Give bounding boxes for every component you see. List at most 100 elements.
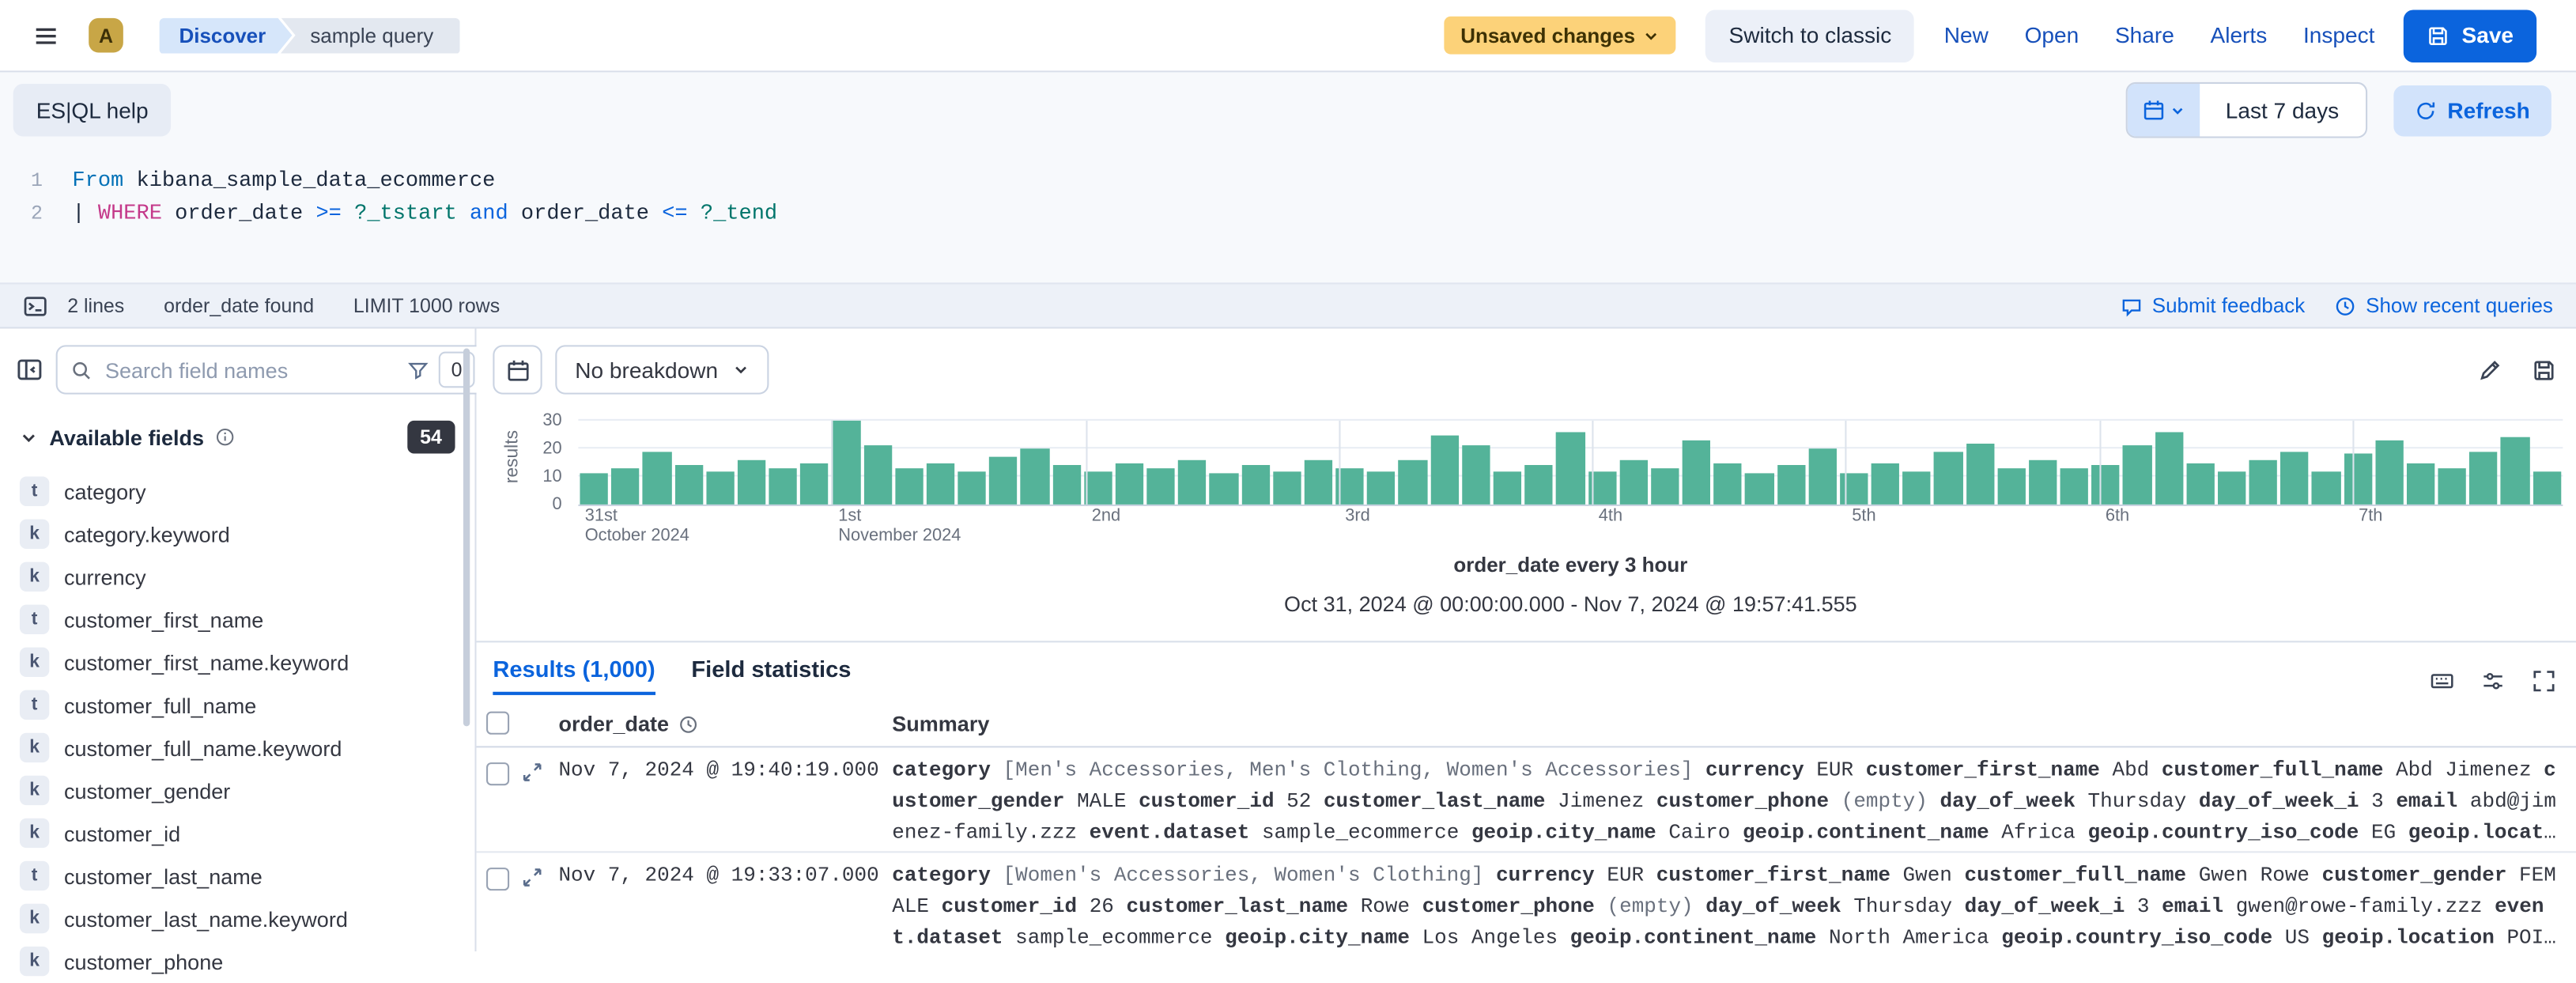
histogram-bar[interactable] [1241,465,1270,504]
histogram-bar[interactable] [1305,459,1333,504]
sidebar-scrollbar[interactable] [463,348,470,726]
field-list-item[interactable]: tcustomer_full_name [0,683,474,726]
column-header-summary[interactable]: Summary [892,712,989,736]
show-recent-queries-link[interactable]: Show recent queries [2335,294,2553,317]
histogram-bar[interactable] [1714,463,1743,505]
histogram-bar[interactable] [1872,463,1900,505]
save-visualization-button[interactable] [2521,348,2566,392]
field-list-item[interactable]: tcustomer_last_name [0,854,474,897]
esql-editor[interactable]: 1From kibana_sample_data_ecommerce2| WHE… [0,148,2576,282]
space-avatar[interactable]: A [89,18,123,53]
edit-visualization-button[interactable] [2468,348,2512,392]
histogram-bar[interactable] [706,471,735,505]
histogram-bar[interactable] [2281,452,2310,505]
histogram-bar[interactable] [1367,471,1396,505]
histogram-bar[interactable] [1052,465,1081,504]
histogram-bar[interactable] [1934,452,1962,505]
histogram-bar[interactable] [674,465,703,504]
field-list-item[interactable]: kcurrency [0,555,474,598]
histogram-bar[interactable] [1903,471,1932,505]
histogram-bar[interactable] [2407,463,2435,505]
field-list-item[interactable]: tcategory [0,470,474,512]
histogram-bar[interactable] [1178,459,1207,504]
nav-link-alerts[interactable]: Alerts [2211,23,2268,47]
tab-results[interactable]: Results (1,000) [493,656,655,695]
column-header-order-date[interactable]: order_date [558,712,698,736]
histogram-bar[interactable] [1840,474,1868,505]
field-list-item[interactable]: kcategory.keyword [0,512,474,555]
histogram-bar[interactable] [2501,437,2529,505]
switch-to-classic-button[interactable]: Switch to classic [1705,9,1914,61]
nav-link-open[interactable]: Open [2025,23,2079,47]
histogram-bar[interactable] [2155,432,2183,505]
tab-field-statistics[interactable]: Field statistics [691,656,851,695]
row-checkbox[interactable] [486,762,509,785]
code-line[interactable]: 1From kibana_sample_data_ecommerce [0,164,2576,198]
histogram-bar[interactable] [1651,468,1679,505]
histogram-bar[interactable] [1997,468,2026,505]
histogram-bar[interactable] [580,474,608,505]
field-list-item[interactable]: kcustomer_gender [0,769,474,811]
search-input[interactable] [102,356,398,384]
histogram-bar[interactable] [1525,465,1554,504]
histogram-bar[interactable] [1745,474,1773,505]
histogram-bar[interactable] [2470,452,2499,505]
histogram-plot[interactable] [578,421,2563,506]
histogram-bar[interactable] [1021,448,1049,505]
histogram-bar[interactable] [895,468,924,505]
histogram-bar[interactable] [2186,463,2215,505]
histogram-bar[interactable] [863,446,892,505]
histogram-bar[interactable] [1084,471,1112,505]
histogram-bar[interactable] [2218,471,2246,505]
select-all-checkbox[interactable] [486,712,509,735]
histogram-bar[interactable] [989,457,1018,505]
display-options-button[interactable] [2471,659,2515,703]
expand-row-button[interactable] [521,866,544,889]
histogram-bar[interactable] [1808,448,1837,505]
save-button[interactable]: Save [2404,9,2536,61]
histogram-bar[interactable] [2344,454,2372,505]
expand-row-button[interactable] [521,761,544,784]
histogram-bar[interactable] [1430,435,1459,505]
refresh-button[interactable]: Refresh [2393,85,2551,135]
chart-options-button[interactable] [493,345,542,394]
histogram-bar[interactable] [1556,432,1585,505]
histogram-bar[interactable] [832,421,860,505]
histogram-bar[interactable] [1966,443,1994,505]
histogram-bar[interactable] [643,452,671,505]
histogram-bar[interactable] [611,468,640,505]
available-fields-header[interactable]: Available fields 54 [0,407,474,463]
field-list-item[interactable]: tcustomer_first_name [0,598,474,641]
row-checkbox[interactable] [486,868,509,890]
histogram-bar[interactable] [2533,471,2561,505]
fullscreen-button[interactable] [2521,659,2566,703]
breadcrumb-sample-query[interactable]: sample query [281,17,460,54]
histogram-bar[interactable] [927,463,955,505]
unsaved-changes-badge[interactable]: Unsaved changes [1444,17,1676,55]
histogram-bar[interactable] [800,463,829,505]
esql-help-button[interactable]: ES|QL help [13,84,172,136]
histogram-bar[interactable] [958,471,986,505]
code-line[interactable]: 2| WHERE order_date >= ?_tstart and orde… [0,197,2576,230]
histogram-bar[interactable] [2029,459,2057,504]
histogram-bar[interactable] [1777,465,1805,504]
histogram-bar[interactable] [1116,463,1144,505]
quick-select-date-button[interactable] [2127,84,2199,136]
nav-link-new[interactable]: New [1944,23,1989,47]
histogram-bar[interactable] [1210,474,1238,505]
histogram-bar[interactable] [1462,446,1490,505]
submit-feedback-link[interactable]: Submit feedback [2121,294,2305,317]
menu-button[interactable] [26,16,66,55]
nav-link-share[interactable]: Share [2115,23,2174,47]
field-list-item[interactable]: kcustomer_id [0,811,474,854]
histogram-bar[interactable] [769,468,797,505]
field-list-item[interactable]: kcustomer_phone [0,940,474,983]
histogram-bar[interactable] [1494,471,1522,505]
histogram-bar[interactable] [2438,468,2467,505]
field-list-item[interactable]: kcustomer_last_name.keyword [0,897,474,940]
breakdown-select[interactable]: No breakdown [555,345,769,394]
histogram-bar[interactable] [2375,440,2404,505]
histogram-bar[interactable] [2060,468,2089,505]
nav-link-inspect[interactable]: Inspect [2303,23,2374,47]
histogram-bar[interactable] [2312,471,2340,505]
